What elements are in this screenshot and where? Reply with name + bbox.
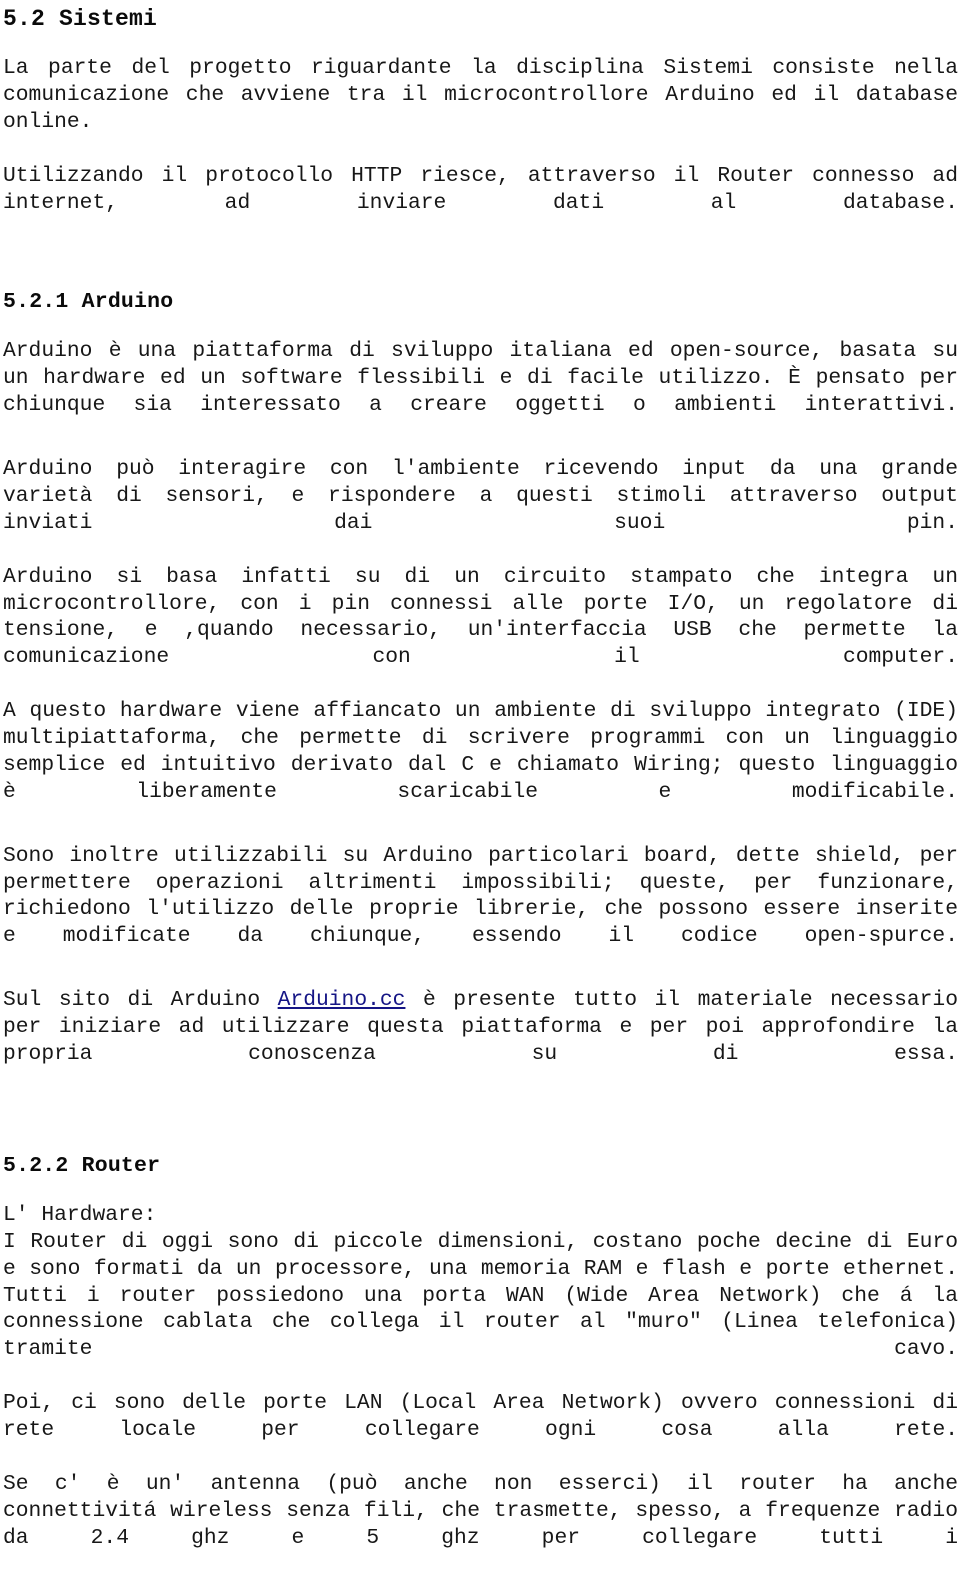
arduino-cc-link[interactable]: Arduino.cc [278,988,406,1012]
paragraph-arduino-3: Arduino si basa infatti su di un circuit… [3,564,958,670]
paragraph-router-1: I Router di oggi sono di piccole dimensi… [3,1229,958,1362]
document-page: 5.2 Sistemi La parte del progetto riguar… [0,0,960,1550]
heading-5-2-sistemi: 5.2 Sistemi [3,6,158,32]
paragraph-arduino-6-text-before: Sul sito di Arduino [3,988,278,1013]
paragraph-arduino-1: Arduino è una piattaforma di sviluppo it… [3,339,958,418]
paragraph-router-3: Se c' è un' antenna (può anche non esser… [3,1471,958,1550]
paragraph-arduino-2: Arduino può interagire con l'ambiente ri… [3,456,958,535]
heading-5-2-1-arduino: 5.2.1 Arduino [3,290,174,315]
subheading-router-hardware: L' Hardware: [3,1202,157,1227]
paragraph-sistemi-2: Utilizzando il protocollo HTTP riesce, a… [3,163,958,215]
paragraph-sistemi-1: La parte del progetto riguardante la dis… [3,56,958,134]
paragraph-arduino-5: Sono inoltre utilizzabili su Arduino par… [3,843,958,949]
heading-5-2-2-router: 5.2.2 Router [3,1153,161,1178]
paragraph-arduino-4: A questo hardware viene affiancato un am… [3,699,958,804]
paragraph-router-2: Poi, ci sono delle porte LAN (Local Area… [3,1391,958,1443]
paragraph-arduino-6: Sul sito di Arduino Arduino.cc è present… [3,987,958,1095]
